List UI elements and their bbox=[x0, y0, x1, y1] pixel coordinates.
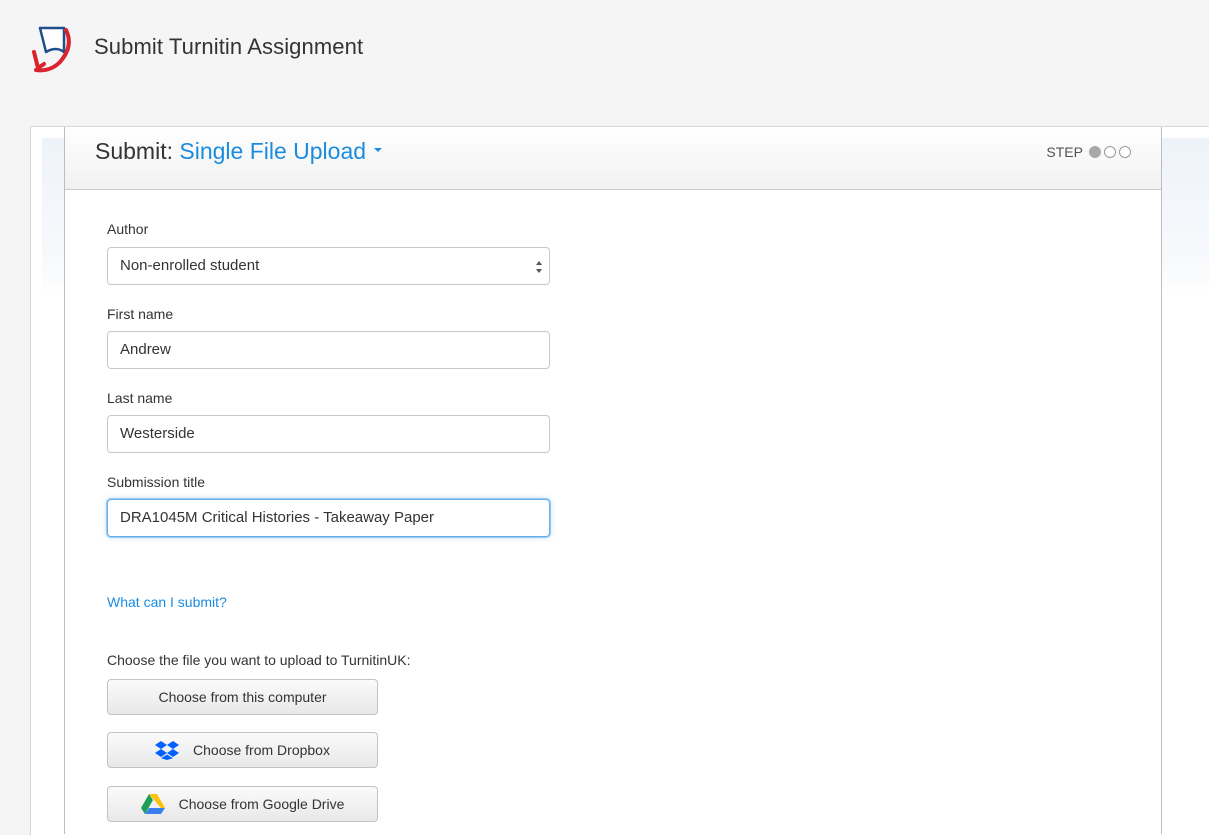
dropbox-icon bbox=[155, 741, 180, 760]
first-name-input[interactable]: Andrew bbox=[107, 331, 550, 369]
submission-title-label: Submission title bbox=[107, 474, 206, 490]
step-dot-3 bbox=[1119, 146, 1131, 158]
submission-mode-label: Single File Upload bbox=[179, 138, 367, 164]
turnitin-logo-icon bbox=[32, 26, 71, 73]
submission-title-input[interactable]: DRA1045M Critical Histories - Takeaway P… bbox=[107, 499, 550, 537]
step-dot-1 bbox=[1089, 146, 1101, 158]
submission-title-value: DRA1045M Critical Histories - Takeaway P… bbox=[120, 509, 435, 526]
author-label: Author bbox=[107, 221, 149, 237]
author-select[interactable]: Non-enrolled student bbox=[107, 247, 550, 285]
step-label: STEP bbox=[1046, 144, 1083, 160]
author-selected-value: Non-enrolled student bbox=[120, 257, 260, 274]
select-arrows-icon bbox=[536, 261, 542, 273]
panel-header: Submit: Single File Upload STEP bbox=[65, 127, 1161, 190]
first-name-value: Andrew bbox=[120, 341, 171, 358]
last-name-label: Last name bbox=[107, 390, 173, 406]
caret-down-icon bbox=[374, 147, 383, 152]
step-dot-2 bbox=[1104, 146, 1116, 158]
submission-panel: Submit: Single File Upload STEP bbox=[64, 127, 1162, 834]
submission-mode-dropdown[interactable]: Single File Upload bbox=[179, 138, 383, 164]
choose-from-computer-label: Choose from this computer bbox=[158, 689, 327, 705]
last-name-input[interactable]: Westerside bbox=[107, 415, 550, 453]
last-name-value: Westerside bbox=[120, 425, 195, 442]
choose-from-google-drive-label: Choose from Google Drive bbox=[178, 796, 345, 812]
google-drive-icon bbox=[140, 794, 165, 814]
panel-title: Submit: Single File Upload bbox=[95, 138, 383, 165]
choose-from-google-drive-button[interactable]: Choose from Google Drive bbox=[107, 786, 378, 822]
app-title: Submit Turnitin Assignment bbox=[94, 34, 364, 59]
choose-from-dropbox-button[interactable]: Choose from Dropbox bbox=[107, 732, 378, 768]
app-header: Submit Turnitin Assignment bbox=[0, 0, 1209, 128]
step-indicator: STEP bbox=[1046, 144, 1131, 160]
panel-title-prefix: Submit: bbox=[95, 138, 173, 164]
choose-from-dropbox-label: Choose from Dropbox bbox=[193, 742, 330, 758]
choose-from-computer-button[interactable]: Choose from this computer bbox=[107, 679, 378, 715]
first-name-label: First name bbox=[107, 306, 174, 322]
upload-prompt: Choose the file you want to upload to Tu… bbox=[107, 652, 411, 668]
what-can-i-submit-link[interactable]: What can I submit? bbox=[107, 594, 227, 610]
